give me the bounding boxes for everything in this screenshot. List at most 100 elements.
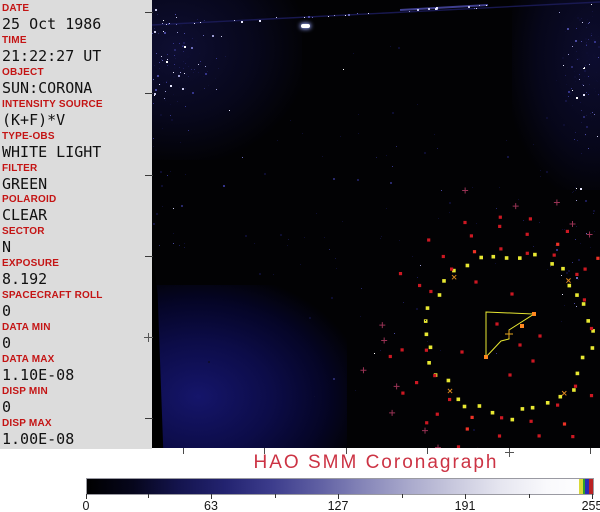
noise-speckle — [593, 39, 595, 41]
noise-speckle — [574, 71, 575, 72]
colorbar-tick-label: 255 — [582, 499, 600, 512]
noise-speckle — [345, 15, 346, 16]
metadata-field-data-min: DATA MIN0 — [2, 322, 150, 352]
plus-marker — [422, 428, 428, 434]
noise-speckle — [403, 302, 404, 303]
red-marker-dot — [529, 217, 532, 220]
yellow-ring-dot — [457, 398, 461, 402]
noise-speckle — [166, 82, 167, 83]
noise-speckle — [212, 35, 214, 37]
noise-speckle — [585, 200, 587, 202]
colorbar-tick-label: 191 — [455, 499, 476, 512]
noise-speckle — [358, 114, 359, 115]
noise-speckle — [380, 238, 381, 239]
noise-speckle — [449, 202, 451, 204]
noise-speckle — [434, 134, 435, 135]
noise-speckle — [425, 320, 426, 321]
noise-speckle — [428, 8, 430, 10]
noise-speckle — [288, 239, 289, 240]
noise-speckle — [167, 65, 168, 66]
yellow-ring-dot — [427, 361, 431, 365]
noise-speckle — [165, 26, 166, 27]
noise-speckle — [159, 57, 160, 58]
noise-speckle — [588, 23, 589, 24]
noise-speckle — [273, 274, 274, 275]
noise-speckle — [559, 12, 560, 13]
noise-speckle — [161, 56, 162, 57]
noise-speckle — [576, 306, 577, 307]
red-marker-dot — [583, 298, 586, 301]
noise-speckle — [417, 9, 419, 11]
red-marker-dot — [556, 404, 559, 407]
colorbar — [86, 478, 594, 495]
noise-speckle — [163, 82, 164, 83]
noise-speckle — [188, 76, 189, 77]
noise-speckle — [336, 268, 337, 269]
noise-speckle — [588, 94, 589, 95]
noise-speckle — [565, 75, 566, 76]
noise-speckle — [575, 81, 576, 82]
noise-speckle — [187, 50, 188, 51]
yellow-ring-dot — [521, 407, 525, 411]
noise-speckle — [170, 74, 171, 75]
noise-speckle — [563, 124, 565, 126]
noise-speckle — [333, 378, 335, 380]
left-edge-tick — [145, 12, 153, 13]
noise-speckle — [578, 58, 580, 60]
metadata-field-spacecraft-roll: SPACECRAFT ROLL0 — [2, 290, 150, 320]
plus-marker — [389, 410, 395, 416]
noise-speckle — [242, 157, 243, 158]
noise-speckle — [179, 87, 180, 88]
noise-speckle — [207, 71, 208, 72]
red-marker-dot — [470, 234, 473, 237]
yellow-ring-dot — [518, 256, 522, 260]
noise-speckle — [572, 90, 573, 91]
noise-speckle — [300, 264, 301, 265]
noise-speckle — [163, 31, 164, 32]
noise-speckle — [556, 249, 558, 251]
yellow-ring-dot — [546, 401, 550, 405]
noise-speckle — [334, 15, 335, 16]
plus-marker — [379, 322, 385, 328]
noise-speckle — [223, 185, 225, 187]
noise-speckle — [169, 48, 170, 49]
noise-speckle — [184, 243, 185, 244]
red-marker-dot — [508, 373, 511, 376]
metadata-field-data-max: DATA MAX1.10E-08 — [2, 354, 150, 384]
red-marker-dot — [590, 327, 593, 330]
field-label: FILTER — [2, 163, 150, 175]
plus-marker — [554, 199, 560, 205]
noise-speckle — [576, 97, 578, 99]
noise-speckle — [570, 94, 571, 95]
plus-marker — [570, 221, 576, 227]
noise-speckle — [578, 279, 579, 280]
noise-speckle — [324, 237, 325, 238]
noise-speckle — [331, 297, 333, 299]
noise-speckle — [166, 81, 167, 82]
noise-speckle — [386, 155, 387, 156]
noise-speckle — [568, 54, 569, 55]
noise-speckle — [579, 74, 580, 75]
noise-speckle — [204, 20, 205, 21]
noise-speckle — [586, 60, 588, 62]
noise-speckle — [357, 179, 359, 181]
noise-speckle — [564, 305, 565, 306]
noise-speckle — [586, 126, 588, 128]
noise-speckle — [173, 233, 174, 234]
noise-speckle — [562, 57, 564, 59]
field-value: GREEN — [2, 175, 150, 193]
metadata-field-filter: FILTERGREEN — [2, 163, 150, 193]
plus-marker — [435, 445, 441, 448]
noise-speckle — [218, 68, 219, 69]
noise-speckle — [581, 18, 582, 19]
noise-speckle — [598, 57, 599, 58]
red-marker-dot — [518, 343, 521, 346]
noise-speckle — [169, 23, 170, 24]
red-marker-dot — [401, 348, 404, 351]
yellow-ring-dot — [586, 319, 590, 323]
yellow-ring-dot — [479, 256, 483, 260]
noise-speckle — [179, 67, 180, 68]
noise-speckle — [578, 259, 580, 261]
colorbar-end-stripe — [589, 479, 593, 494]
noise-speckle — [154, 65, 155, 66]
